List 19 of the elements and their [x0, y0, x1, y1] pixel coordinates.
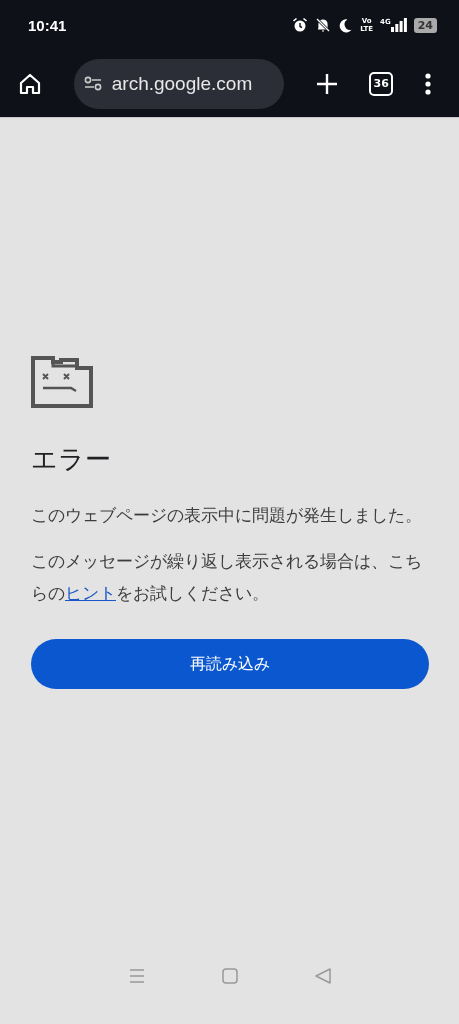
sad-folder-icon: [31, 354, 93, 408]
tab-count-button[interactable]: 36: [369, 71, 394, 96]
hint-message: このメッセージが繰り返し表示される場合は、こちらの ヒント をお試しください。: [31, 550, 423, 605]
error-message: このウェブページの表示中に問題が発生しました。: [31, 504, 423, 527]
battery-level: 24: [413, 17, 437, 33]
alarm-icon: [292, 17, 309, 33]
error-title: エラー: [31, 443, 111, 476]
site-settings-icon[interactable]: [83, 75, 102, 92]
url-text: arch.google.com: [111, 72, 253, 95]
signal-icon: [390, 18, 407, 32]
address-bar[interactable]: arch.google.com: [73, 58, 284, 109]
reload-button[interactable]: 再読み込み: [31, 639, 429, 689]
menu-icon[interactable]: [425, 72, 431, 95]
home-icon[interactable]: [18, 71, 42, 96]
clock-time: 10:41: [28, 16, 67, 34]
hint-link[interactable]: ヒント: [65, 583, 116, 603]
new-tab-icon[interactable]: [315, 72, 338, 95]
muted-bell-icon: [315, 17, 332, 33]
moon-icon: [338, 17, 354, 33]
